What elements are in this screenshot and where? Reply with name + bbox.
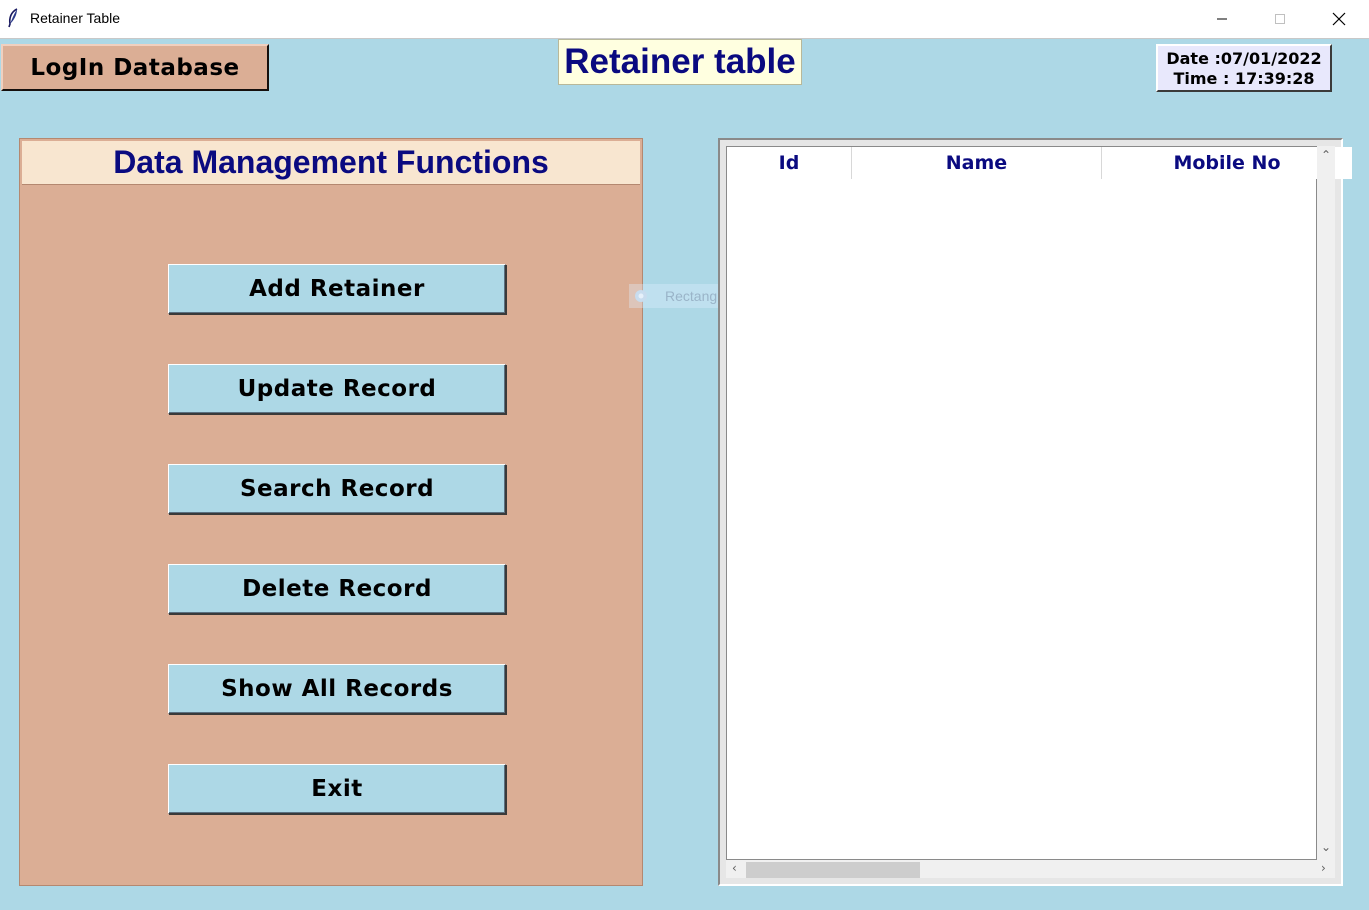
time-label: Time : 17:39:28 bbox=[1173, 69, 1315, 88]
datetime-display: Date :07/01/2022 Time : 17:39:28 bbox=[1156, 44, 1332, 92]
column-header-mobile-no[interactable]: Mobile No bbox=[1102, 147, 1352, 179]
close-icon bbox=[1332, 12, 1346, 26]
search-record-button[interactable]: Search Record bbox=[168, 464, 506, 514]
date-label: Date :07/01/2022 bbox=[1166, 49, 1322, 68]
login-database-button[interactable]: LogIn Database bbox=[1, 44, 269, 91]
show-all-records-button[interactable]: Show All Records bbox=[168, 664, 506, 714]
horizontal-scroll-thumb[interactable] bbox=[746, 862, 920, 878]
maximize-icon bbox=[1275, 14, 1285, 24]
exit-button[interactable]: Exit bbox=[168, 764, 506, 814]
window-title: Retainer Table bbox=[30, 10, 121, 26]
scroll-right-icon[interactable]: › bbox=[1321, 861, 1326, 875]
scroll-up-icon[interactable]: ⌃ bbox=[1321, 148, 1331, 162]
retainer-table-frame: Id Name Mobile No ⌃ ⌄ ‹ › bbox=[718, 138, 1352, 886]
update-record-button[interactable]: Update Record bbox=[168, 364, 506, 414]
minimize-icon bbox=[1217, 18, 1227, 20]
panel-title: Data Management Functions bbox=[22, 141, 640, 185]
maximize-button[interactable] bbox=[1257, 0, 1303, 38]
retainer-table[interactable]: Id Name Mobile No bbox=[726, 146, 1352, 860]
column-header-id[interactable]: Id bbox=[727, 147, 852, 179]
feather-icon bbox=[8, 8, 18, 28]
snip-icon bbox=[635, 290, 647, 302]
add-retainer-button[interactable]: Add Retainer bbox=[168, 264, 506, 314]
scroll-down-icon[interactable]: ⌄ bbox=[1321, 840, 1331, 854]
delete-record-button[interactable]: Delete Record bbox=[168, 564, 506, 614]
column-header-name[interactable]: Name bbox=[852, 147, 1102, 179]
scroll-left-icon[interactable]: ‹ bbox=[732, 861, 737, 875]
minimize-button[interactable] bbox=[1199, 0, 1245, 38]
data-management-panel: Data Management Functions Add Retainer U… bbox=[19, 138, 643, 886]
close-button[interactable] bbox=[1316, 0, 1362, 38]
window-titlebar: Retainer Table bbox=[0, 0, 1369, 39]
page-title: Retainer table bbox=[558, 39, 802, 85]
horizontal-scrollbar[interactable]: ‹ › bbox=[726, 860, 1335, 878]
vertical-scrollbar[interactable]: ⌃ ⌄ bbox=[1317, 146, 1335, 860]
